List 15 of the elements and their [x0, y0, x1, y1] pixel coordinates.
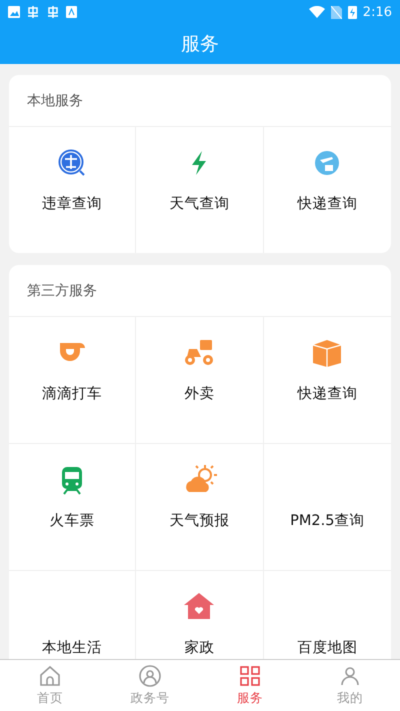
section-title: 第三方服务 — [27, 282, 97, 300]
service-item[interactable]: 火车票 — [9, 444, 136, 571]
clock-time: 2:16 — [362, 4, 392, 20]
section-title: 本地服务 — [27, 92, 83, 110]
service-item[interactable]: 外卖 — [136, 317, 264, 444]
service-item[interactable]: 天气预报 — [136, 444, 264, 571]
service-item[interactable]: 天气查询 — [136, 127, 264, 253]
service-item[interactable]: 快递查询 — [264, 317, 391, 444]
service-item[interactable]: PM2.5查询 — [264, 444, 391, 571]
service-item[interactable]: 百度地图 — [264, 571, 391, 659]
service-item[interactable]: 滴滴打车 — [9, 317, 136, 444]
service-item[interactable]: 违章查询 — [9, 127, 136, 253]
page-title: 服务 — [181, 32, 219, 57]
nav-tab[interactable]: 服务 — [200, 660, 300, 711]
service-item[interactable]: 快递查询 — [264, 127, 391, 253]
